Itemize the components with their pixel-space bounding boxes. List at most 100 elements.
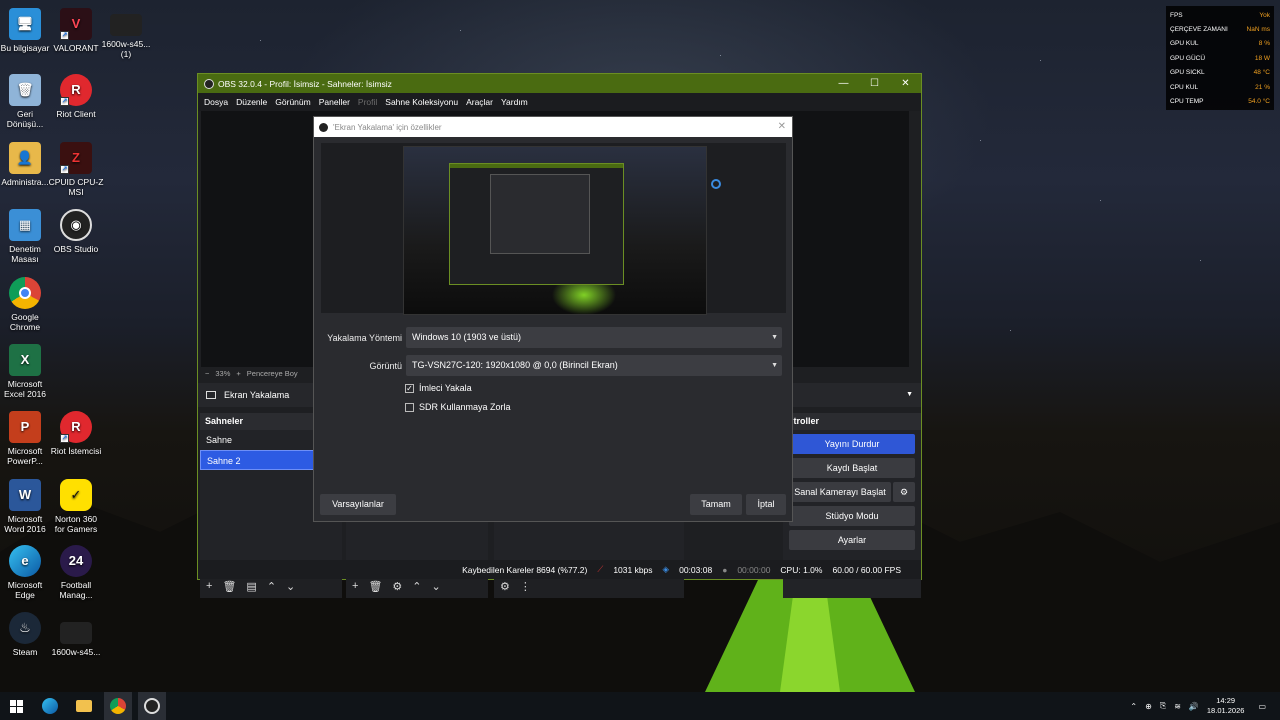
dropped-frames-text: Kaybedilen Kareler 8694 (%77.2) [462,564,588,575]
desktop-icon-label: Riot Client [56,109,96,119]
capture-cursor-checkbox[interactable]: ✓ İmleci Yakala [405,383,472,393]
obs-menu-bar: Dosya Düzenle Görünüm Paneller Profil Sa… [198,93,921,111]
move-up-icon[interactable]: ⌃ [267,580,276,593]
image-file-icon [110,14,142,36]
settings-button[interactable]: Ayarlar [789,530,915,550]
capture-method-select[interactable]: Windows 10 (1903 ve üstü) ▼ [406,327,782,348]
steam-icon: ♨ [9,612,41,644]
desktop-icon-norton[interactable]: ✓ Norton 360 for Gamers [45,479,107,534]
obs-logo-icon [319,122,328,132]
move-down-icon[interactable]: ⌄ [286,580,295,593]
ok-button[interactable]: Tamam [690,494,742,515]
studio-mode-button[interactable]: Stüdyo Modu [789,506,915,526]
minimize-icon[interactable]: — [828,74,859,93]
desktop-icon-obs[interactable]: ◉ OBS Studio [45,209,107,254]
add-icon[interactable]: + [352,580,358,592]
hw-label: CPU KUL [1170,83,1199,91]
gear-icon[interactable]: ⚙ [392,580,402,593]
close-icon[interactable]: ✕ [890,74,921,93]
zoom-in-button[interactable]: + [236,369,240,378]
desktop-icon-riot-istemcisi[interactable]: R ↗ Riot İstemcisi [45,411,107,456]
record-time-text: 00:00:00 [737,564,771,575]
fps-text: 60.00 / 60.00 FPS [832,564,901,575]
desktop-icon-cpuz[interactable]: Z ↗ CPUID CPU-Z MSI [45,142,107,197]
move-down-icon[interactable]: ⌄ [432,580,441,593]
hw-value: 48 °C [1253,69,1270,77]
menu-scene-collection[interactable]: Sahne Koleksiyonu [385,97,458,107]
filter-icon[interactable]: ▤ [246,580,256,593]
menu-file[interactable]: Dosya [204,97,228,107]
word-icon: W [9,479,41,511]
edge-icon: e [9,545,41,577]
cpu-usage-text: CPU: 1.0% [780,564,823,575]
taskbar-clock[interactable]: 14:29 18.01.2026 [1207,696,1245,716]
mixer-settings-icon[interactable]: ⚙ [500,580,510,593]
usb-icon[interactable]: ⎘ [1160,701,1166,711]
menu-profile[interactable]: Profil [358,97,377,107]
checkbox-unchecked-icon[interactable] [405,402,414,412]
zoom-bar: − 33% + Pencereye Boy [201,366,321,380]
display-value: TG-VSN27C-120: 1920x1080 @ 0,0 (Birincil… [412,360,618,370]
close-icon[interactable]: ✕ [778,121,786,132]
display-select[interactable]: TG-VSN27C-120: 1920x1080 @ 0,0 (Birincil… [406,355,782,376]
checkbox-checked-icon[interactable]: ✓ [405,383,414,393]
menu-edit[interactable]: Düzenle [236,97,267,107]
network-icon[interactable]: ⊕ [1145,702,1152,711]
file-explorer-icon[interactable] [70,692,98,720]
zoom-out-button[interactable]: − [205,369,209,378]
dialog-title-bar[interactable]: 'Ekran Yakalama' için özellikler ✕ [314,117,792,137]
dialog-title: 'Ekran Yakalama' için özellikler [333,122,442,132]
start-windows-icon[interactable] [2,692,30,720]
menu-docks[interactable]: Paneller [319,97,350,107]
desktop-icon-label: Norton 360 for Gamers [54,514,98,534]
hw-value: 54.0 °C [1248,98,1270,106]
chevron-down-icon: ▼ [771,362,778,369]
menu-tools[interactable]: Araçlar [466,97,493,107]
chevron-up-icon[interactable]: ⌃ [1130,702,1137,711]
menu-view[interactable]: Görünüm [275,97,310,107]
chrome-icon [9,277,41,309]
capture-method-row: Yakalama Yöntemi Windows 10 (1903 ve üst… [324,327,782,348]
hw-value: NaN ms [1246,26,1270,34]
maximize-icon[interactable]: ☐ [859,74,890,93]
gear-icon[interactable]: ⚙ [893,482,915,502]
defaults-button[interactable]: Varsayılanlar [320,494,396,515]
desktop-icon-image-2[interactable]: 1600w-s45... [45,622,107,657]
menu-help[interactable]: Yardım [501,97,528,107]
wifi-icon[interactable]: ≋ [1174,702,1181,711]
desktop-icon-riot-client[interactable]: R ↗ Riot Client [45,74,107,119]
trash-icon[interactable]: 🗑 [222,580,236,593]
capture-method-label: Yakalama Yöntemi [327,332,402,343]
notification-icon[interactable]: ▭ [1258,702,1266,711]
streaming-icon: ◈ [662,564,670,574]
obs-icon[interactable] [138,692,166,720]
hw-label: GPU SICKL [1170,69,1205,77]
desktop-icon-football-manager[interactable]: 24 Football Manag... [45,545,107,600]
riot-client-icon: R ↗ [60,74,92,106]
add-icon[interactable]: + [206,580,212,592]
desktop-icon-chrome[interactable]: Google Chrome [0,277,56,332]
obs-window-title: OBS 32.0.4 - Profil: İsimsiz - Sahneler:… [218,78,392,89]
start-virtual-camera-button[interactable]: Sanal Kamerayı Başlat [789,482,891,502]
chrome-icon[interactable] [104,692,132,720]
more-options-icon[interactable]: ⋮ [520,580,531,593]
display-row: Görüntü TG-VSN27C-120: 1920x1080 @ 0,0 (… [324,355,782,376]
desktop-icon-excel[interactable]: X Microsoft Excel 2016 [0,344,56,399]
control-panel-icon: ▦ [9,209,41,241]
stop-streaming-button[interactable]: Yayını Durdur [789,434,915,454]
hw-value: 21 % [1255,83,1270,91]
move-up-icon[interactable]: ⌃ [412,580,421,593]
clock-date: 18.01.2026 [1206,706,1245,715]
force-sdr-checkbox[interactable]: SDR Kullanmaya Zorla [405,402,511,412]
volume-icon[interactable]: 🔊 [1189,702,1199,711]
desktop-icon-image-1[interactable]: 1600w-s45... (1) [95,14,157,59]
cancel-button[interactable]: İptal [746,494,786,515]
chevron-down-icon[interactable]: ▼ [906,391,913,398]
start-recording-button[interactable]: Kaydı Başlat [789,458,915,478]
loading-cursor-icon [711,179,721,189]
trash-icon[interactable]: 🗑 [368,580,382,593]
fit-to-window-button[interactable]: Pencereye Boy [247,369,298,378]
edge-icon[interactable] [36,692,64,720]
hw-row-gpu-power: GPU GÜCÜ 18 W [1170,51,1270,65]
obs-title-bar[interactable]: OBS 32.0.4 - Profil: İsimsiz - Sahneler:… [198,74,921,93]
